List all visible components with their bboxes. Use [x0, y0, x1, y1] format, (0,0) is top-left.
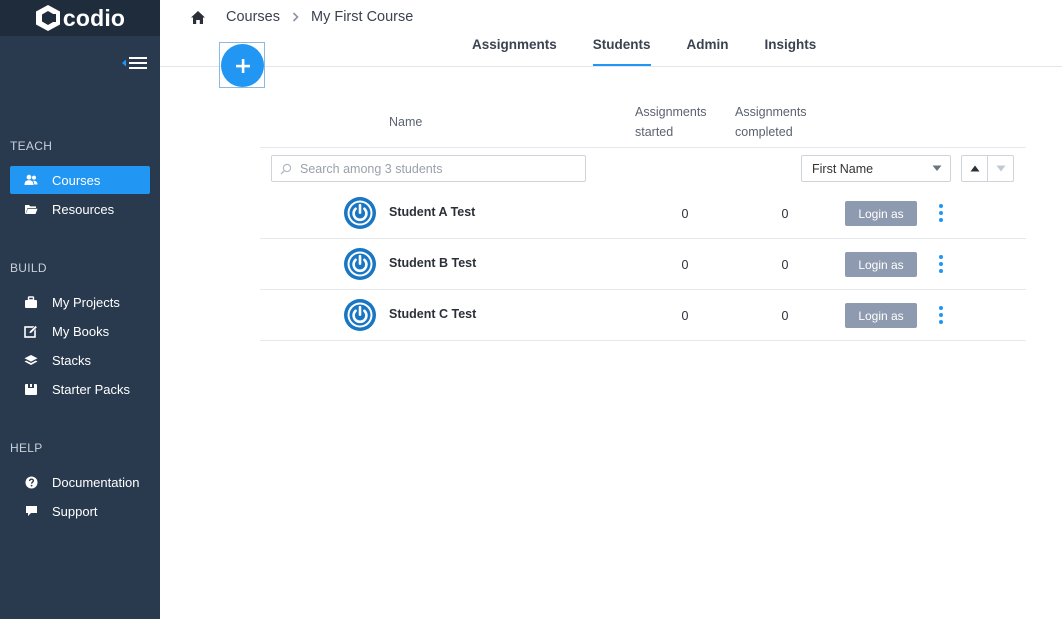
- power-avatar-icon: [344, 299, 376, 331]
- assignments-started-value: 0: [681, 258, 689, 272]
- student-name: Student C Test: [389, 307, 477, 321]
- sort-field-value: First Name: [812, 161, 874, 176]
- assignments-completed-value: 0: [781, 207, 789, 221]
- tab-assignments[interactable]: Assignments: [472, 36, 557, 66]
- section-label-build: BUILD: [10, 261, 47, 275]
- column-header-started-line1: Assignments: [635, 105, 707, 119]
- column-header-started-line2: started: [635, 125, 674, 139]
- search-input[interactable]: [300, 161, 570, 176]
- caret-down-icon: [996, 165, 1005, 172]
- caret-down-icon: [932, 165, 942, 171]
- power-avatar-icon: [344, 248, 376, 280]
- edit-icon: [10, 324, 52, 338]
- users-icon: [10, 174, 52, 186]
- codio-hex-icon: [35, 5, 60, 31]
- folder-icon: [10, 203, 52, 215]
- sidebar-item-resources[interactable]: Resources: [10, 195, 150, 223]
- tab-insights[interactable]: Insights: [765, 36, 817, 66]
- power-avatar-icon: [344, 197, 376, 229]
- sidebar-item-label: Stacks: [52, 352, 92, 368]
- sort-descending-button[interactable]: [987, 156, 1013, 181]
- assignments-started-value: 0: [681, 309, 689, 323]
- sort-field-select[interactable]: First Name: [801, 155, 951, 182]
- column-header-completed: Assignments completed: [735, 102, 807, 142]
- row-divider: [260, 340, 1026, 341]
- header-divider: [160, 66, 1062, 67]
- sidebar-item-label: My Books: [52, 323, 110, 339]
- sidebar-item-label: My Projects: [52, 294, 120, 310]
- column-header-started: Assignments started: [635, 102, 707, 142]
- tab-admin[interactable]: Admin: [687, 36, 729, 66]
- question-icon: [10, 476, 52, 489]
- assignments-started-value: 0: [681, 207, 689, 221]
- student-name: Student A Test: [389, 205, 476, 219]
- login-as-button[interactable]: Login as: [845, 252, 917, 277]
- column-header-completed-line1: Assignments: [735, 105, 807, 119]
- sidebar-item-stacks[interactable]: Stacks: [10, 346, 150, 374]
- table-row: Student C Test 0 0 Login as: [260, 290, 1026, 341]
- sidebar-item-courses[interactable]: Courses: [10, 166, 150, 194]
- assignments-completed-value: 0: [781, 258, 789, 272]
- caret-up-icon: [970, 165, 979, 172]
- package-icon: [10, 383, 52, 396]
- more-options-icon[interactable]: [934, 202, 948, 224]
- logo-text: codio: [62, 4, 126, 31]
- table-row: Student A Test 0 0 Login as: [260, 188, 1026, 239]
- student-name: Student B Test: [389, 256, 477, 270]
- breadcrumb: Courses My First Course: [190, 6, 413, 28]
- breadcrumb-current: My First Course: [311, 9, 414, 25]
- codio-logo[interactable]: codio: [35, 4, 125, 32]
- more-options-icon[interactable]: [934, 304, 948, 326]
- table-row: Student B Test 0 0 Login as: [260, 239, 1026, 290]
- chat-icon: [10, 505, 52, 517]
- logo-bar: codio: [0, 0, 160, 36]
- sort-ascending-button[interactable]: [962, 156, 987, 181]
- more-options-icon[interactable]: [934, 253, 948, 275]
- tab-bar: Assignments Students Admin Insights: [472, 36, 852, 66]
- sidebar-item-label: Resources: [52, 201, 115, 217]
- sidebar-item-label: Documentation: [52, 474, 140, 490]
- sidebar-item-starter-packs[interactable]: Starter Packs: [10, 375, 150, 403]
- sort-direction-toggle: [961, 155, 1014, 182]
- sidebar-item-label: Starter Packs: [52, 381, 131, 397]
- chevron-right-icon: [292, 10, 299, 25]
- login-as-button[interactable]: Login as: [845, 303, 917, 328]
- sidebar-item-my-projects[interactable]: My Projects: [10, 288, 150, 316]
- sidebar-item-label: Support: [52, 503, 98, 519]
- plus-icon: [235, 58, 250, 73]
- tab-students[interactable]: Students: [592, 36, 651, 66]
- assignments-completed-value: 0: [781, 309, 789, 323]
- sidebar-item-support[interactable]: Support: [10, 497, 150, 525]
- section-label-help: HELP: [10, 441, 43, 455]
- sidebar-item-label: Courses: [52, 172, 101, 188]
- layers-icon: [10, 354, 52, 367]
- student-search: [271, 155, 586, 182]
- briefcase-icon: [10, 295, 52, 309]
- login-as-button[interactable]: Login as: [845, 201, 917, 226]
- home-icon[interactable]: [190, 8, 208, 26]
- collapse-menu-icon: [122, 57, 147, 69]
- table-header-divider: [260, 147, 1026, 148]
- search-icon: [280, 163, 292, 174]
- section-label-teach: TEACH: [10, 139, 53, 153]
- collapse-sidebar-button[interactable]: [120, 54, 150, 72]
- sidebar: codio TEACH Courses Resources BUILD My P…: [0, 0, 160, 619]
- breadcrumb-courses-link[interactable]: Courses: [226, 9, 280, 25]
- sidebar-item-documentation[interactable]: Documentation: [10, 468, 150, 496]
- add-student-button[interactable]: [221, 44, 264, 87]
- column-header-name: Name: [389, 115, 423, 129]
- sidebar-item-my-books[interactable]: My Books: [10, 317, 150, 345]
- column-header-completed-line2: completed: [735, 125, 793, 139]
